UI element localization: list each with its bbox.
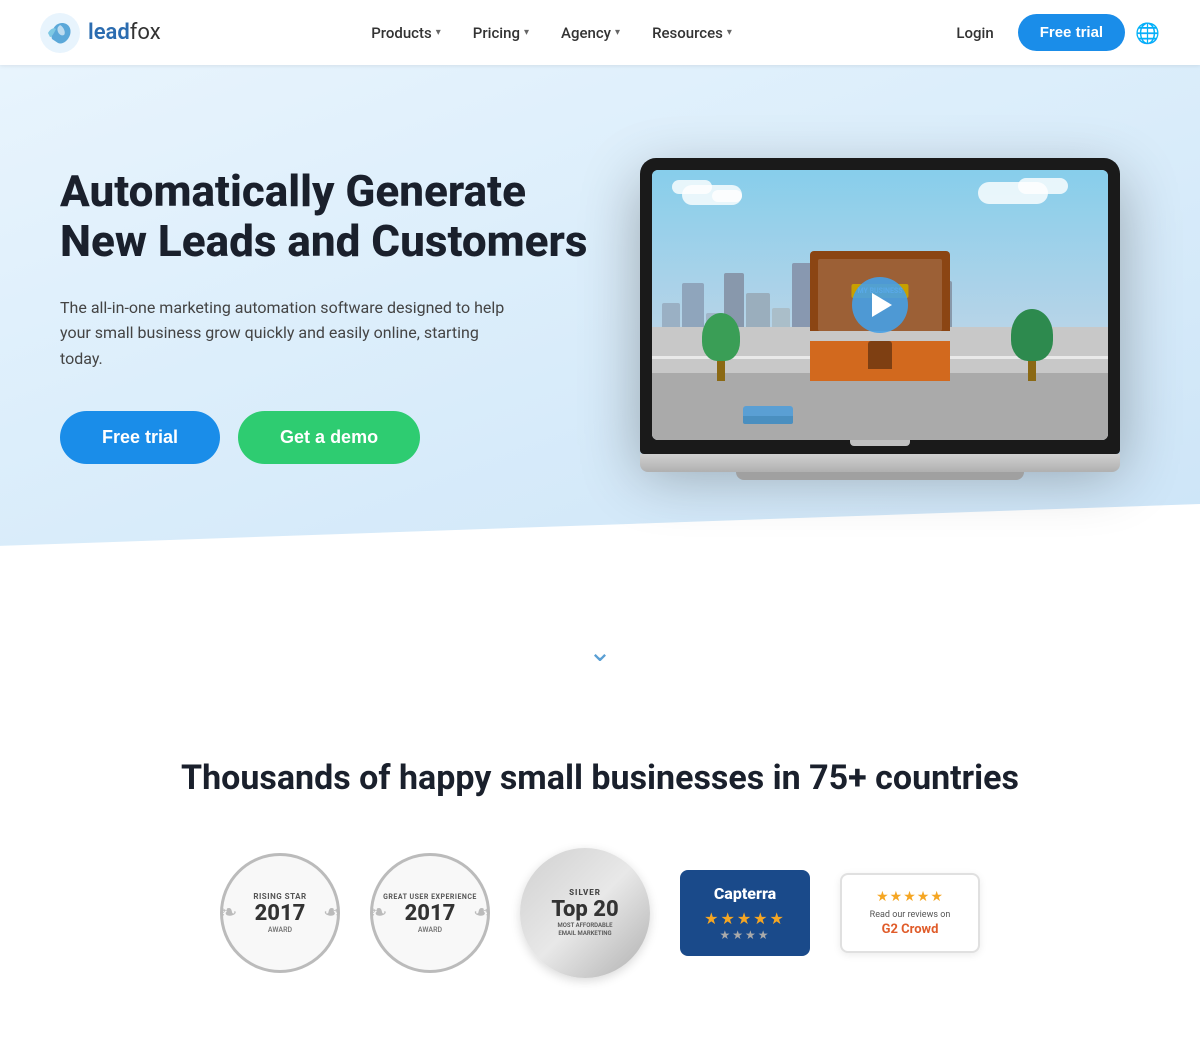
great-ux-line1: Great User Experience <box>383 893 477 901</box>
nav-resources[interactable]: Resources ▾ <box>638 16 746 50</box>
capterra-stars-gray: ★★★★ <box>698 928 792 942</box>
hero-title: Automatically Generate New Leads and Cus… <box>60 166 590 267</box>
play-triangle-icon <box>872 293 892 317</box>
social-proof-section: Thousands of happy small businesses in 7… <box>0 698 1200 1058</box>
great-ux-year: 2017 <box>405 901 456 926</box>
hero-visual: MY BUSINESS <box>590 158 1140 472</box>
laurel-left-2-icon: ❧ <box>369 901 387 926</box>
laptop-notch <box>850 440 910 446</box>
road <box>652 373 1108 441</box>
badge-top20: SILVER Top 20 Most AffordableEmail Marke… <box>520 848 650 978</box>
laptop-screen-wrapper: MY BUSINESS <box>640 158 1120 454</box>
hero-content: Automatically Generate New Leads and Cus… <box>60 166 590 465</box>
hero-description: The all-in-one marketing automation soft… <box>60 295 510 372</box>
nav-products[interactable]: Products ▾ <box>357 16 455 50</box>
crowd-stars: ★★★★★ <box>860 889 960 905</box>
free-trial-hero-button[interactable]: Free trial <box>60 411 220 464</box>
nav-pricing[interactable]: Pricing ▾ <box>459 16 543 50</box>
nav-links: Products ▾ Pricing ▾ Agency ▾ Resources … <box>357 16 746 50</box>
laptop-mockup: MY BUSINESS <box>640 158 1120 472</box>
pricing-chevron-icon: ▾ <box>524 27 529 38</box>
g2crowd-card: ★★★★★ Read our reviews on G2 Crowd <box>840 873 980 953</box>
social-proof-title: Thousands of happy small businesses in 7… <box>40 758 1160 798</box>
nav-right: Login Free trial 🌐 <box>942 14 1160 51</box>
tree-right-top <box>1011 309 1053 361</box>
silver-rank: Top 20 <box>551 897 618 922</box>
logo-link[interactable]: leadfox <box>40 13 161 53</box>
main-door <box>868 341 892 369</box>
laurel-right-2-icon: ❧ <box>473 901 491 926</box>
car <box>743 406 793 424</box>
cloud-5 <box>1018 178 1068 194</box>
nav-agency[interactable]: Agency ▾ <box>547 16 634 50</box>
rising-star-year: 2017 <box>255 901 306 926</box>
free-trial-nav-button[interactable]: Free trial <box>1018 14 1125 51</box>
tree-left <box>702 313 740 381</box>
products-chevron-icon: ▾ <box>436 27 441 38</box>
rising-star-circle: ❧ Rising Star 2017 Award ❧ <box>220 853 340 973</box>
tree-left-trunk <box>717 361 725 381</box>
silver-label: SILVER <box>569 888 601 897</box>
laurel-right-icon: ❧ <box>323 901 341 926</box>
capterra-card: Capterra ★★★★★ ★★★★ <box>680 870 810 956</box>
laptop-screen: MY BUSINESS <box>652 170 1108 440</box>
tree-right <box>1011 309 1053 381</box>
badge-great-ux: ❧ Great User Experience 2017 Award ❧ <box>370 853 490 973</box>
login-link[interactable]: Login <box>942 16 1007 50</box>
navbar: leadfox Products ▾ Pricing ▾ Agency ▾ Re… <box>0 0 1200 65</box>
capterra-stars: ★★★★★ <box>698 909 792 928</box>
top20-circle: SILVER Top 20 Most AffordableEmail Marke… <box>520 848 650 978</box>
globe-icon[interactable]: 🌐 <box>1135 21 1160 45</box>
logo-text: leadfox <box>88 20 161 45</box>
hero-buttons: Free trial Get a demo <box>60 411 590 464</box>
capterra-title: Capterra <box>698 884 792 903</box>
rising-star-award: Award <box>268 926 292 934</box>
get-demo-button[interactable]: Get a demo <box>238 411 420 464</box>
cloud-2 <box>672 180 712 194</box>
agency-chevron-icon: ▾ <box>615 27 620 38</box>
scroll-chevron-icon[interactable]: ⌄ <box>588 635 611 668</box>
laptop-base <box>640 454 1120 472</box>
badges-container: ❧ Rising Star 2017 Award ❧ ❧ Great User … <box>40 848 1160 978</box>
resources-chevron-icon: ▾ <box>727 27 732 38</box>
crowd-logo: G2 Crowd <box>860 922 960 937</box>
badge-rising-star: ❧ Rising Star 2017 Award ❧ <box>220 853 340 973</box>
main-building-bottom <box>810 341 950 381</box>
cloud-3 <box>712 190 742 202</box>
play-button[interactable] <box>852 277 908 333</box>
badge-g2crowd: ★★★★★ Read our reviews on G2 Crowd <box>840 873 980 953</box>
silver-category: Most AffordableEmail Marketing <box>558 922 613 938</box>
great-ux-award: Award <box>418 926 442 934</box>
great-ux-circle: ❧ Great User Experience 2017 Award ❧ <box>370 853 490 973</box>
tree-right-trunk <box>1028 361 1036 381</box>
scroll-indicator[interactable]: ⌄ <box>0 585 1200 698</box>
badge-capterra: Capterra ★★★★★ ★★★★ <box>680 870 810 956</box>
crowd-text: Read our reviews on <box>860 909 960 922</box>
logo-icon <box>40 13 80 53</box>
video-scene: MY BUSINESS <box>652 170 1108 440</box>
hero-section: Automatically Generate New Leads and Cus… <box>0 65 1200 585</box>
tree-left-top <box>702 313 740 361</box>
laurel-left-icon: ❧ <box>219 901 237 926</box>
